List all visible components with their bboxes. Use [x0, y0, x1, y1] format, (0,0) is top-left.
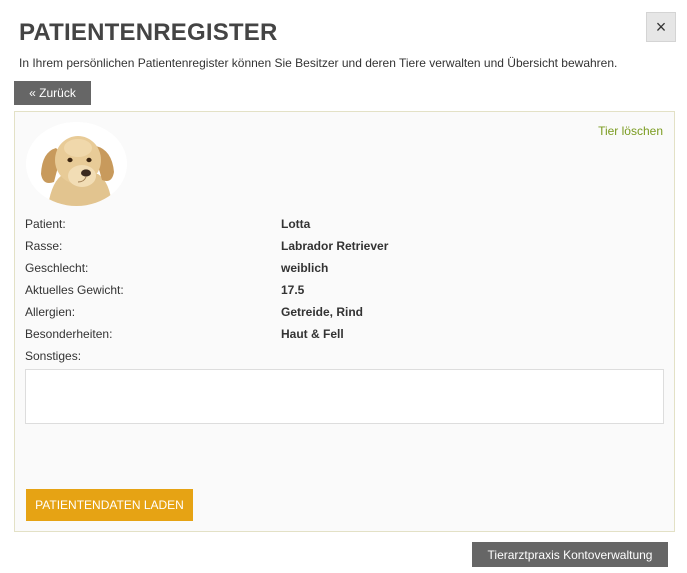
field-label: Patient:: [25, 217, 66, 231]
patient-avatar: [26, 122, 127, 206]
field-label: Rasse:: [25, 239, 63, 253]
close-icon: ×: [655, 16, 667, 37]
field-value: Labrador Retriever: [281, 239, 389, 253]
delete-animal-link[interactable]: Tier löschen: [598, 124, 663, 138]
account-management-button[interactable]: Tierarztpraxis Kontoverwaltung: [472, 542, 668, 567]
dog-photo-icon: [26, 122, 127, 206]
field-label: Sonstiges:: [25, 349, 82, 363]
field-label: Besonderheiten:: [25, 327, 113, 341]
field-value: Haut & Fell: [281, 327, 344, 341]
notes-textarea[interactable]: [25, 369, 664, 424]
field-value: Lotta: [281, 217, 311, 231]
field-label: Geschlecht:: [25, 261, 89, 275]
field-label: Aktuelles Gewicht:: [25, 283, 124, 297]
close-button[interactable]: ×: [646, 12, 676, 42]
page-title: PATIENTENREGISTER: [19, 19, 278, 46]
field-value: weiblich: [281, 261, 329, 275]
field-value: Getreide, Rind: [281, 305, 364, 319]
page-description: In Ihrem persönlichen Patientenregister …: [19, 56, 618, 70]
field-value: 17.5: [281, 283, 305, 297]
back-button[interactable]: « Zurück: [14, 81, 91, 105]
field-label: Allergien:: [25, 305, 76, 319]
patient-panel: Tier löschen Patient: Lotta Rasse: Labra…: [14, 111, 675, 532]
load-patient-data-button[interactable]: PATIENTENDATEN LADEN: [26, 489, 193, 521]
